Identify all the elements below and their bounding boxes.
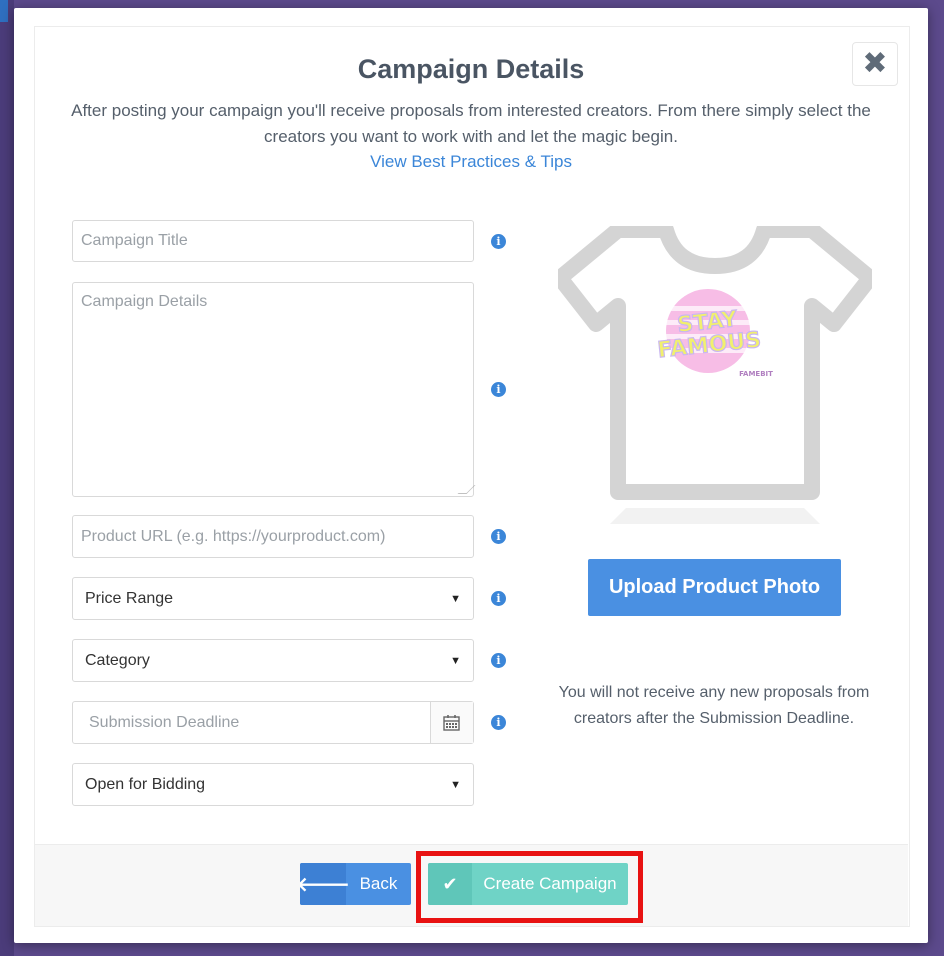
submission-deadline-info-icon[interactable]: i (491, 715, 506, 730)
campaign-title-field[interactable] (72, 220, 474, 262)
product-url-field[interactable] (72, 515, 474, 558)
intro-text: After posting your campaign you'll recei… (71, 101, 871, 146)
submission-deadline-field[interactable] (72, 701, 474, 744)
deadline-note: You will not receive any new proposals f… (558, 684, 870, 727)
create-campaign-label: Create Campaign (483, 874, 617, 893)
price-range-info-icon[interactable]: i (491, 591, 506, 606)
product-url-info-icon[interactable]: i (491, 529, 506, 544)
category-value: Category (85, 651, 150, 669)
calendar-button[interactable] (429, 702, 473, 743)
create-campaign-button[interactable]: ✔ Create Campaign (428, 863, 628, 905)
bidding-status-value: Open for Bidding (85, 775, 206, 793)
chevron-down-icon: ▼ (450, 778, 461, 791)
background-tab (0, 0, 8, 22)
back-label: Back (359, 874, 398, 893)
campaign-details-field[interactable] (72, 282, 476, 497)
chevron-down-icon: ▼ (450, 592, 461, 605)
price-range-select[interactable]: Price Range ▼ (72, 577, 474, 620)
category-select[interactable]: Category ▼ (72, 639, 474, 682)
check-icon: ✔ (428, 863, 472, 905)
campaign-details-textarea[interactable] (73, 283, 473, 496)
campaign-details-info-icon[interactable]: i (491, 382, 506, 397)
submission-deadline-input[interactable] (73, 702, 430, 743)
chevron-down-icon: ▼ (450, 654, 461, 667)
tshirt-image: STAY FAMOUS FAMEBIT (552, 222, 878, 524)
print-brand: FAMEBIT (739, 370, 773, 378)
upload-product-photo-button[interactable]: Upload Product Photo (588, 559, 841, 616)
best-practices-link[interactable]: View Best Practices & Tips (14, 152, 928, 172)
modal-title: Campaign Details (357, 54, 585, 84)
calendar-icon (443, 715, 461, 731)
campaign-title-info-icon[interactable]: i (491, 234, 506, 249)
category-info-icon[interactable]: i (491, 653, 506, 668)
back-button[interactable]: 🡐 Back (300, 863, 411, 905)
arrow-left-icon: 🡐 (300, 863, 350, 905)
product-preview: STAY FAMOUS FAMEBIT (552, 222, 878, 526)
bidding-status-select[interactable]: Open for Bidding ▼ (72, 763, 474, 806)
campaign-title-input[interactable] (73, 221, 473, 261)
price-range-value: Price Range (85, 589, 174, 607)
background-app (0, 0, 14, 956)
product-url-input[interactable] (73, 516, 473, 557)
campaign-details-modal: ✖ Campaign Details After posting your ca… (14, 8, 928, 943)
